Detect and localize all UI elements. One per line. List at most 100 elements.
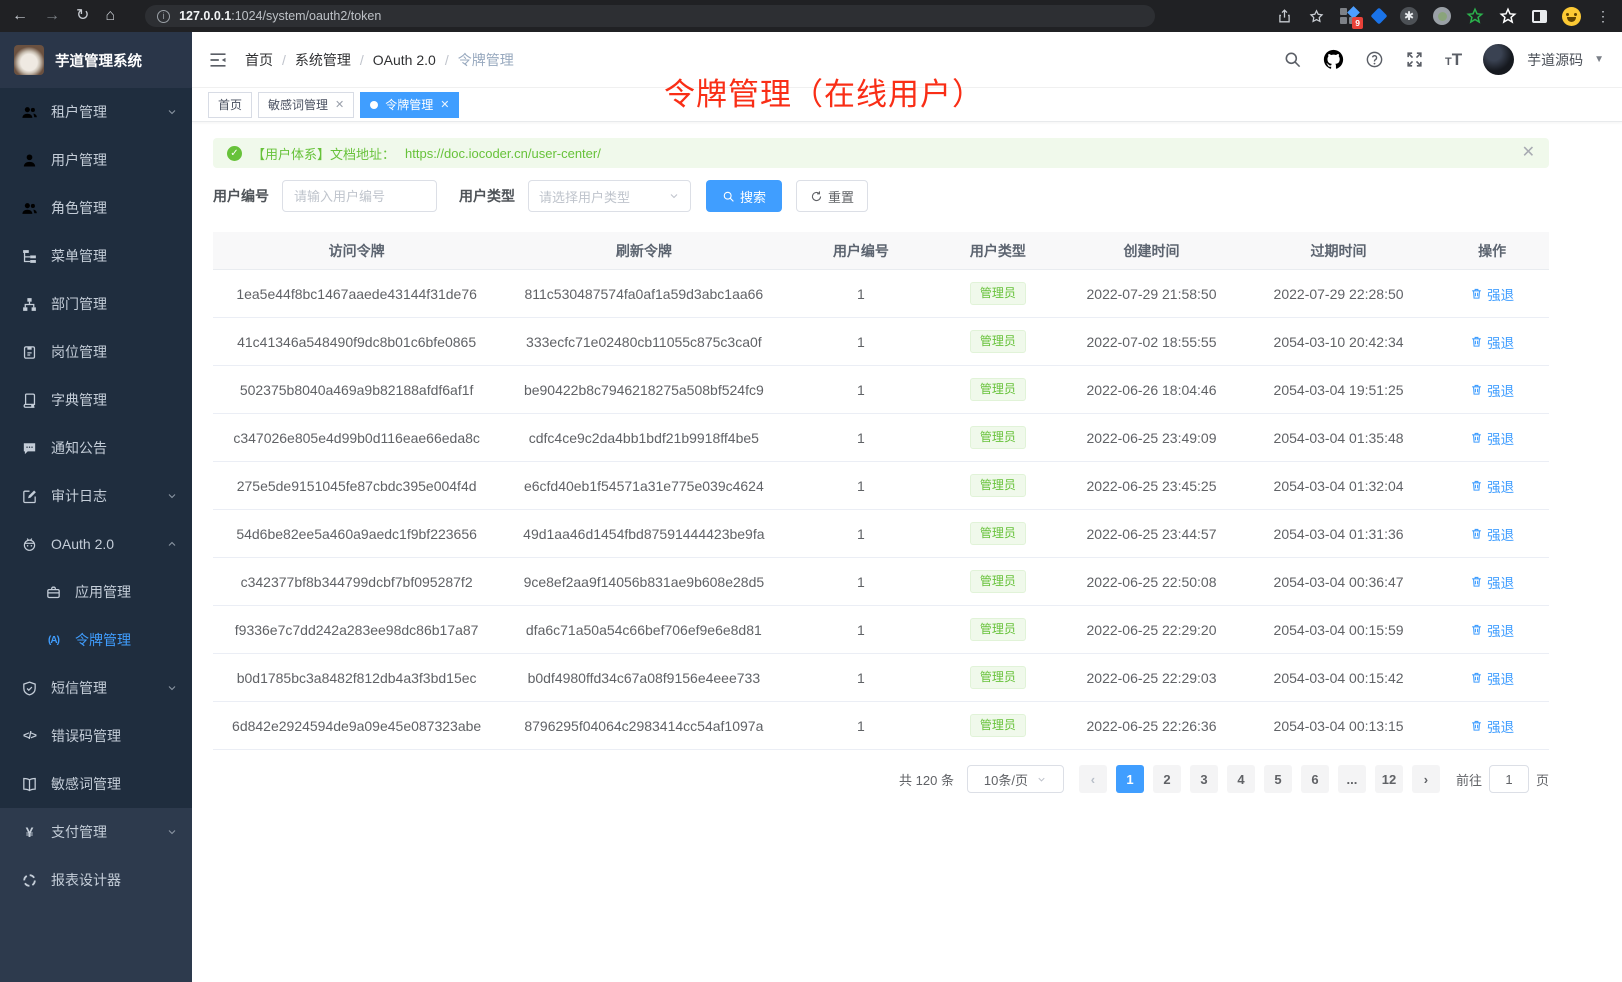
sidebar: 芋道管理系统 租户管理 用户管理 角色管理 菜单管理 (0, 32, 192, 982)
sidebar-item-post[interactable]: 岗位管理 (0, 328, 192, 376)
question-icon[interactable] (1365, 50, 1384, 69)
back-icon[interactable]: ← (12, 8, 28, 24)
page-ellipsis-button[interactable]: ... (1338, 765, 1366, 793)
browser-menu-icon[interactable]: ⋮ (1596, 8, 1610, 25)
table-header-row: 访问令牌 刷新令牌 用户编号 用户类型 创建时间 过期时间 操作 (213, 232, 1549, 270)
tab-home[interactable]: 首页 (208, 92, 252, 118)
page-button-12[interactable]: 12 (1375, 765, 1403, 793)
breadcrumb-system[interactable]: 系统管理 (295, 50, 351, 70)
sidebar-item-pay[interactable]: ¥ 支付管理 (0, 808, 192, 856)
side-panel-icon[interactable] (1532, 10, 1547, 23)
breadcrumb-oauth[interactable]: OAuth 2.0 (373, 52, 436, 68)
trash-icon (1470, 383, 1483, 396)
app-logo[interactable]: 芋道管理系统 (0, 32, 192, 88)
sidebar-item-label: 角色管理 (51, 198, 107, 218)
recorder-extension-icon[interactable] (1433, 7, 1451, 25)
code-brackets-icon: </> (21, 730, 38, 742)
site-info-icon[interactable]: i (157, 10, 170, 23)
sidebar-item-user[interactable]: 用户管理 (0, 136, 192, 184)
user-icon (21, 152, 38, 169)
user-id: 1 (787, 286, 934, 302)
force-logout-link[interactable]: 强退 (1470, 380, 1514, 400)
sidebar-item-errcode[interactable]: </> 错误码管理 (0, 712, 192, 760)
force-logout-link[interactable]: 强退 (1470, 620, 1514, 640)
sidebar-item-notice[interactable]: 通知公告 (0, 424, 192, 472)
page-button-2[interactable]: 2 (1153, 765, 1181, 793)
tab-token-management[interactable]: 令牌管理 ✕ (360, 92, 459, 118)
force-logout-link[interactable]: 强退 (1470, 572, 1514, 592)
username[interactable]: 芋道源码 (1527, 50, 1583, 70)
page-button-6[interactable]: 6 (1301, 765, 1329, 793)
bookmark-star-icon[interactable] (1308, 8, 1325, 25)
fullscreen-icon[interactable] (1405, 50, 1424, 69)
page-button-1[interactable]: 1 (1116, 765, 1144, 793)
extension-grid-icon[interactable]: 9 (1340, 7, 1358, 25)
reload-icon[interactable]: ↻ (76, 8, 89, 24)
sidebar-item-oauth-token[interactable]: (A) 令牌管理 (0, 616, 192, 664)
user-id-input[interactable] (282, 180, 437, 212)
close-icon[interactable]: ✕ (1522, 145, 1535, 161)
force-logout-link[interactable]: 强退 (1470, 668, 1514, 688)
next-page-button[interactable]: › (1412, 765, 1440, 793)
github-icon[interactable] (1323, 49, 1344, 70)
reset-button[interactable]: 重置 (796, 180, 868, 212)
chevron-down-icon (166, 682, 178, 694)
profile-avatar-icon[interactable] (1562, 7, 1581, 26)
force-logout-link[interactable]: 强退 (1470, 332, 1514, 352)
expire-time: 2054-03-04 00:36:47 (1242, 574, 1436, 590)
refresh-token: e6cfd40eb1f54571a31e775e039c4624 (500, 478, 787, 494)
sidebar-item-sms[interactable]: 短信管理 (0, 664, 192, 712)
goto-page-input[interactable] (1489, 765, 1529, 793)
user-type-select[interactable]: 请选择用户类型 (528, 180, 691, 212)
prev-page-button[interactable]: ‹ (1079, 765, 1107, 793)
page-button-5[interactable]: 5 (1264, 765, 1292, 793)
page-button-4[interactable]: 4 (1227, 765, 1255, 793)
expire-time: 2054-03-04 00:15:42 (1242, 670, 1436, 686)
create-time: 2022-06-25 23:49:09 (1061, 430, 1241, 446)
sidebar-item-dept[interactable]: 部门管理 (0, 280, 192, 328)
sidebar-item-oauth-app[interactable]: 应用管理 (0, 568, 192, 616)
font-size-icon[interactable]: TT (1445, 51, 1462, 68)
sidebar-item-dict[interactable]: 字典管理 (0, 376, 192, 424)
sidebar-item-role[interactable]: 角色管理 (0, 184, 192, 232)
force-logout-link[interactable]: 强退 (1470, 428, 1514, 448)
force-logout-link[interactable]: 强退 (1470, 524, 1514, 544)
force-logout-link[interactable]: 强退 (1470, 284, 1514, 304)
sidebar-item-audit[interactable]: 审计日志 (0, 472, 192, 520)
page-button-3[interactable]: 3 (1190, 765, 1218, 793)
user-avatar[interactable] (1483, 44, 1514, 75)
gem-extension-icon[interactable] (1371, 8, 1388, 25)
sidebar-item-menu[interactable]: 菜单管理 (0, 232, 192, 280)
page: ← → ↻ ⌂ i 127.0.0.1:1024/system/oauth2/t… (0, 0, 1622, 982)
chevron-down-icon (166, 826, 178, 838)
tab-sensitive-words[interactable]: 敏感词管理 ✕ (258, 92, 354, 118)
page-size-select[interactable]: 10条/页 (967, 765, 1064, 793)
refresh-token: 49d1aa46d1454fbd87591444423be9fa (500, 526, 787, 542)
close-icon[interactable]: ✕ (335, 98, 344, 111)
white-star-extension-icon[interactable] (1499, 7, 1517, 25)
home-icon[interactable]: ⌂ (105, 8, 115, 24)
sidebar-item-tenant[interactable]: 租户管理 (0, 88, 192, 136)
green-star-extension-icon[interactable] (1466, 7, 1484, 25)
search-button[interactable]: 搜索 (706, 180, 782, 212)
sidebar-item-sensitive[interactable]: 敏感词管理 (0, 760, 192, 808)
search-icon[interactable] (1283, 50, 1302, 69)
close-icon[interactable]: ✕ (440, 98, 449, 111)
alert-doc-link[interactable]: https://doc.iocoder.cn/user-center/ (405, 146, 601, 161)
sidebar-collapse-icon[interactable] (208, 50, 228, 70)
command-extension-icon[interactable]: ✱ (1400, 7, 1418, 25)
forward-icon[interactable]: → (44, 8, 60, 24)
user-type-badge: 管理员 (970, 330, 1026, 352)
share-icon[interactable] (1276, 8, 1293, 25)
force-logout-link[interactable]: 强退 (1470, 716, 1514, 736)
force-logout-link[interactable]: 强退 (1470, 476, 1514, 496)
sidebar-item-oauth[interactable]: OAuth 2.0 (0, 520, 192, 568)
url-bar[interactable]: i 127.0.0.1:1024/system/oauth2/token (145, 5, 1155, 27)
table-row: 41c41346a548490f9dc8b01c6bfe0865 333ecfc… (213, 318, 1549, 366)
breadcrumb-home[interactable]: 首页 (245, 50, 273, 70)
access-token: 1ea5e44f8bc1467aaede43144f31de76 (213, 286, 500, 302)
table-row: 275e5de9151045fe87cbdc395e004f4d e6cfd40… (213, 462, 1549, 510)
caret-down-icon[interactable]: ▼ (1594, 54, 1604, 65)
sidebar-item-report[interactable]: 报表设计器 (0, 856, 192, 904)
user-id: 1 (787, 334, 934, 350)
